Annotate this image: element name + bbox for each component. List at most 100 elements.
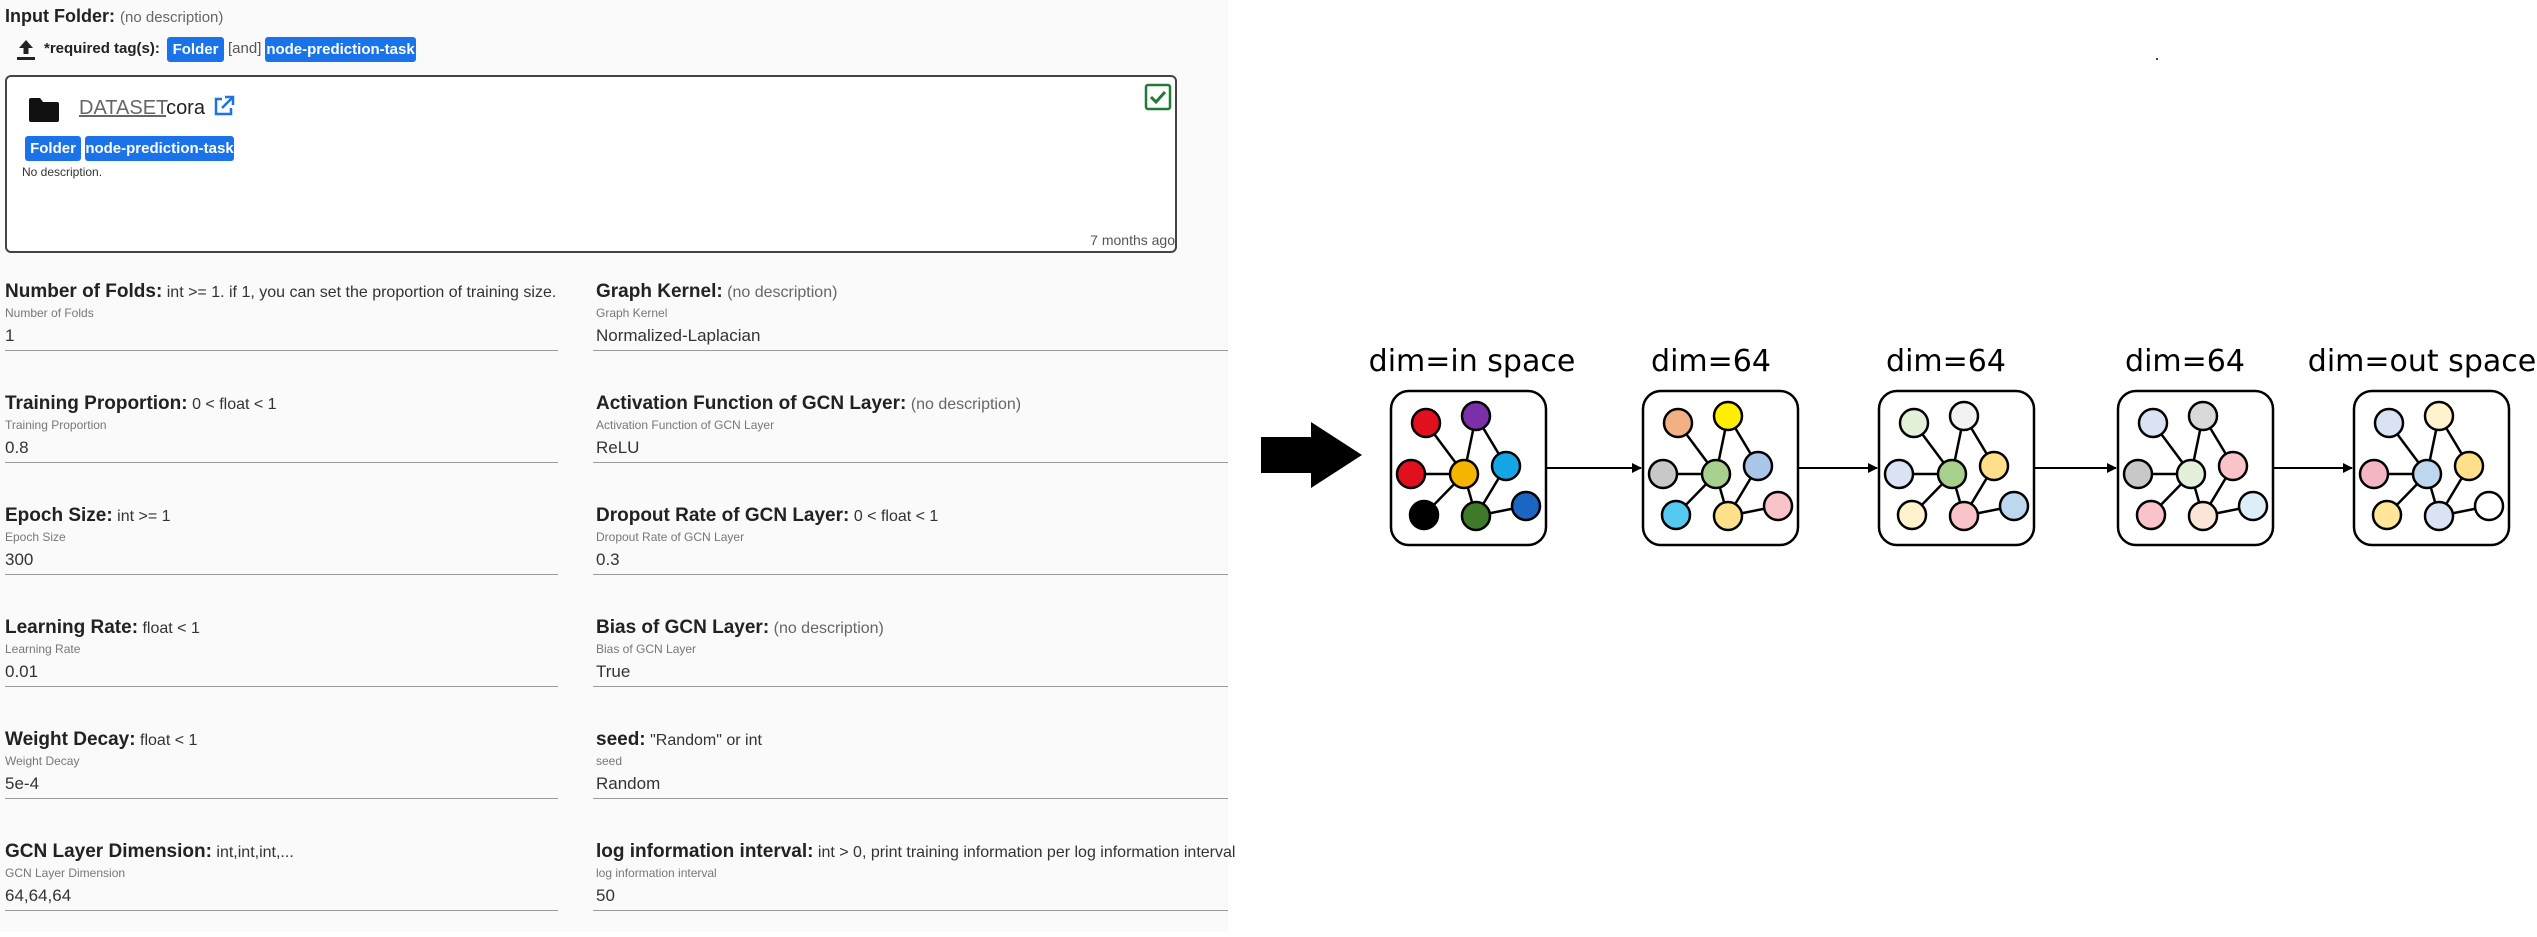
field-underline: [5, 574, 558, 575]
field-input-label: GCN Layer Dimension: [5, 866, 126, 880]
graph-node: [2411, 458, 2443, 490]
graph-node: [2423, 500, 2455, 532]
log-interval-input[interactable]: 50: [596, 886, 615, 906]
field-label: Dropout Rate of GCN Layer:: [596, 505, 850, 526]
graph-node: [1712, 500, 1744, 532]
dropout-rate-input[interactable]: 0.3: [596, 550, 620, 570]
field-underline: [593, 574, 1228, 575]
field-label: Learning Rate:: [5, 617, 139, 638]
field-description: 0 < float < 1: [192, 396, 277, 413]
field-description: int > 0, print training information per …: [817, 844, 1236, 861]
weight-decay-input[interactable]: 5e-4: [5, 774, 39, 794]
field-description: (no description): [727, 284, 838, 301]
dataset-description: No description.: [22, 165, 103, 179]
number-of-folds-input[interactable]: 1: [5, 326, 14, 346]
input-folder-heading: Input Folder: (no description): [5, 6, 223, 27]
graph-node: [2423, 400, 2455, 432]
required-tag-folder: Folder: [167, 37, 224, 62]
training-proportion-input[interactable]: 0.8: [5, 438, 29, 458]
dataset-name: cora: [166, 97, 205, 119]
gcn-layers: dim=in space dim=64 dim=64 dim=64 dim=out sp…: [1369, 344, 2536, 547]
field-input-label: Epoch Size: [5, 530, 66, 544]
graph-node: [1700, 458, 1732, 490]
input-folder-label: Input Folder:: [5, 6, 115, 26]
graph-node: [1712, 400, 1744, 432]
stray-dot: [2156, 58, 2158, 60]
folder-icon: [27, 96, 61, 128]
field-input-label: seed: [596, 754, 623, 768]
field-input-label: log information interval: [596, 866, 717, 880]
graph-node: [1410, 407, 1442, 439]
graph-node: [2135, 499, 2167, 531]
graph-node: [2217, 450, 2249, 482]
layer-group: dim=out space: [2308, 344, 2536, 547]
big-arrow-icon: [1261, 422, 1362, 488]
graph-node: [1662, 407, 1694, 439]
graph-node: [2175, 458, 2207, 490]
activation-function-input[interactable]: ReLU: [596, 438, 639, 458]
graph-node: [1647, 458, 1679, 490]
seed-input[interactable]: Random: [596, 774, 660, 794]
layer-dim-label: dim=64: [1651, 344, 1771, 379]
field-underline: [5, 462, 558, 463]
gcn-layer-dimension-input[interactable]: 64,64,64: [5, 886, 71, 906]
field-description: (no description): [773, 620, 884, 637]
epoch-size-input[interactable]: 300: [5, 550, 33, 570]
field-input-label: Learning Rate: [5, 642, 81, 656]
field-input-label: Training Proportion: [5, 418, 107, 432]
graph-node: [1490, 450, 1522, 482]
field-description: (no description): [910, 396, 1022, 413]
graph-node: [1762, 490, 1794, 522]
graph-node: [1510, 490, 1542, 522]
field-input-label: Dropout Rate of GCN Layer: [596, 530, 745, 544]
dataset-title: DATASETcora: [79, 97, 205, 120]
selected-checkbox-icon[interactable]: [1144, 83, 1172, 116]
field-input-label: Number of Folds: [5, 306, 94, 320]
upload-icon[interactable]: [15, 38, 37, 62]
field-label: Training Proportion:: [5, 393, 188, 414]
graph-node: [1978, 450, 2010, 482]
bias-input[interactable]: True: [596, 662, 630, 682]
graph-node: [1948, 400, 1980, 432]
field-label: GCN Layer Dimension:: [5, 841, 212, 862]
field-label: Bias of GCN Layer:: [596, 617, 770, 638]
required-tags-label: *required tag(s):: [44, 40, 160, 57]
layer-dim-label: dim=in space: [1369, 344, 1576, 379]
field-underline: [5, 350, 558, 351]
field-description: int >= 1. if 1, you can set the proporti…: [166, 284, 557, 301]
field-label: seed:: [596, 729, 646, 750]
field-underline: [5, 686, 558, 687]
field-underline: [5, 910, 558, 911]
field-description: 0 < float < 1: [853, 508, 939, 525]
card-tag-node-prediction-task: node-prediction-task: [85, 136, 234, 161]
input-folder-description: (no description): [120, 9, 224, 26]
field-description: float < 1: [140, 732, 198, 749]
field-description: float < 1: [142, 620, 200, 637]
layer-dim-label: dim=64: [1886, 344, 2006, 379]
graph-kernel-input[interactable]: Normalized-Laplacian: [596, 326, 760, 346]
graph-node: [1742, 450, 1774, 482]
dataset-card[interactable]: DATASETcora Folder node-prediction-task …: [5, 75, 1177, 253]
learning-rate-input[interactable]: 0.01: [5, 662, 38, 682]
field-label: log information interval:: [596, 841, 814, 862]
graph-node: [1998, 490, 2030, 522]
required-tag-node-prediction-task: node-prediction-task: [265, 37, 416, 62]
field-input-label: Graph Kernel: [596, 306, 668, 320]
field-underline: [593, 686, 1228, 687]
graph-node: [1898, 407, 1930, 439]
field-label: Epoch Size:: [5, 505, 113, 526]
graph-node: [1448, 458, 1480, 490]
graph-node: [1948, 500, 1980, 532]
dataset-link[interactable]: DATASET: [79, 97, 166, 119]
field-description: int >= 1: [117, 508, 171, 525]
graph-node: [1395, 458, 1427, 490]
graph-node: [2453, 450, 2485, 482]
field-input-label: Bias of GCN Layer: [596, 642, 697, 656]
gcn-diagram: dim=in space dim=64 dim=64 dim=64 dim=out sp…: [1228, 0, 2537, 932]
field-underline: [593, 910, 1228, 911]
external-link-icon[interactable]: [212, 94, 236, 123]
field-underline: [593, 350, 1228, 351]
field-input-label: Activation Function of GCN Layer: [596, 418, 775, 432]
field-label: Weight Decay:: [5, 729, 136, 750]
graph-node: [2187, 500, 2219, 532]
